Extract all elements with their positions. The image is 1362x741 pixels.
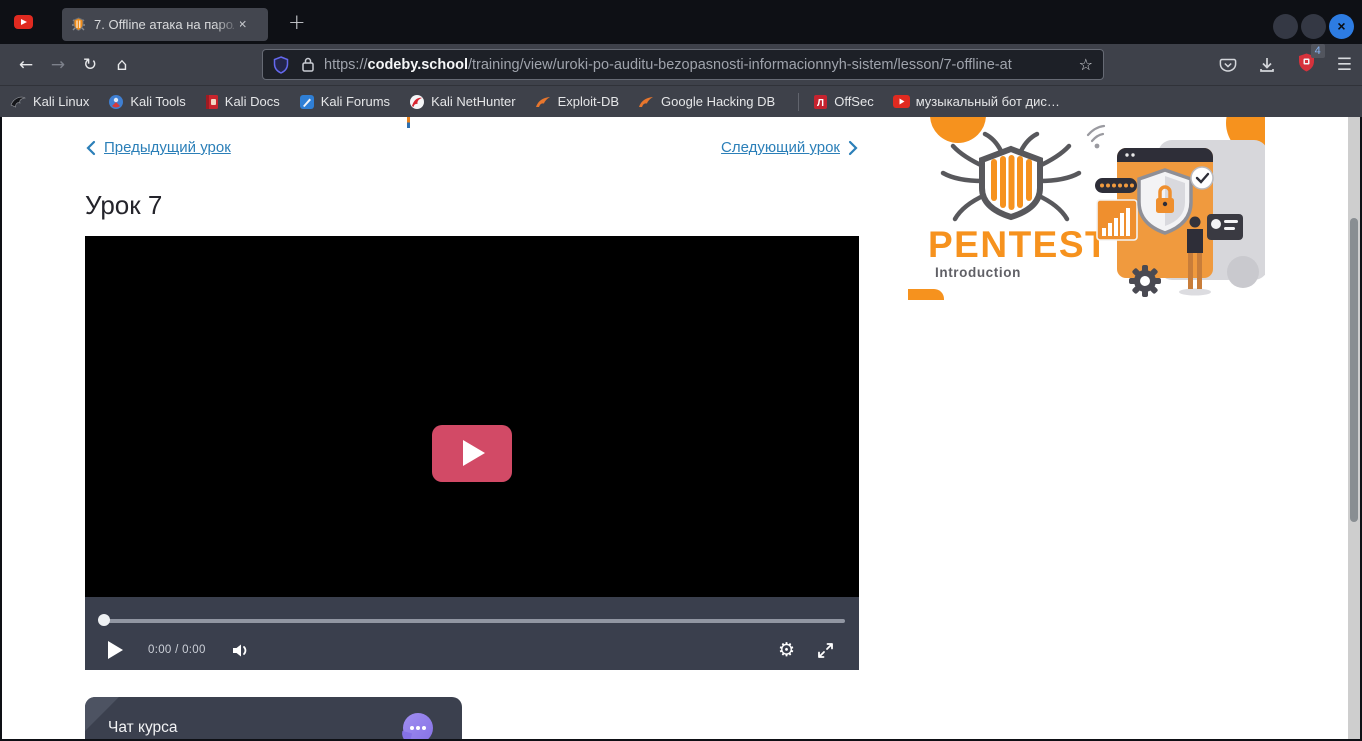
bug-shield-logo: [943, 134, 1079, 219]
home-icon[interactable]: ⌂: [106, 55, 138, 75]
bookmarks-toolbar: Kali Linux Kali Tools Kali Docs Kali For…: [0, 85, 1362, 117]
back-icon[interactable]: ←: [10, 55, 42, 75]
kali-linux-icon: [10, 94, 27, 109]
bookmarks-separator: [798, 93, 799, 111]
tab-title-fade: [214, 8, 240, 41]
video-progress-knob[interactable]: [98, 614, 110, 626]
play-icon[interactable]: [108, 641, 123, 659]
google-hacking-db-icon: [638, 95, 655, 109]
bookmark-music-bot[interactable]: музыкальный бот дис…: [893, 94, 1060, 109]
lesson-heading: Урок 7: [85, 190, 162, 221]
kali-docs-icon: [205, 94, 219, 110]
lock-icon: [301, 56, 315, 73]
svg-text:Introduction: Introduction: [935, 265, 1021, 280]
url-text[interactable]: https://codeby.school/training/view/urok…: [324, 57, 1073, 73]
browser-toolbar: ← → ↻ ⌂ https://codeby.school/training/v…: [0, 44, 1362, 85]
window-titlebar: 7. Offline атака на пароли × + ×: [0, 0, 1362, 44]
close-button[interactable]: ×: [1329, 14, 1354, 39]
browser-tab[interactable]: 7. Offline атака на пароли ×: [62, 8, 268, 41]
video-settings-gear-icon[interactable]: ⚙: [778, 639, 795, 661]
bookmark-google-hacking-db[interactable]: Google Hacking DB: [638, 94, 775, 109]
bookmark-kali-docs[interactable]: Kali Docs: [205, 94, 280, 110]
video-time: 0:00 / 0:00: [148, 644, 206, 656]
fullscreen-icon[interactable]: [817, 642, 834, 659]
tracking-protection-shield-icon[interactable]: [273, 56, 289, 74]
bookmark-offsec[interactable]: Л OffSec: [813, 94, 874, 110]
page-scrollbar[interactable]: [1348, 117, 1360, 739]
codeby-favicon-icon: [70, 16, 87, 33]
chevron-left-icon: [85, 140, 96, 156]
maximize-button[interactable]: [1301, 14, 1326, 39]
bookmark-star-icon[interactable]: ☆: [1079, 55, 1093, 74]
url-bar[interactable]: https://codeby.school/training/view/urok…: [262, 49, 1104, 80]
lesson-navigation: Предыдущий урок Следующий урок: [85, 139, 859, 156]
offsec-icon: Л: [813, 94, 828, 110]
bookmark-kali-tools[interactable]: Kali Tools: [108, 94, 185, 110]
window-controls: ×: [1272, 14, 1354, 39]
chat-bubble-icon[interactable]: [403, 713, 433, 739]
bookmark-kali-linux[interactable]: Kali Linux: [10, 94, 89, 109]
reload-icon[interactable]: ↻: [74, 55, 106, 75]
kali-nethunter-icon: [409, 94, 425, 110]
bookmark-kali-forums[interactable]: Kali Forums: [299, 94, 390, 110]
chevron-right-icon: [848, 140, 859, 156]
video-play-button[interactable]: [432, 425, 512, 482]
sidebar: PENTEST Introduction: [908, 117, 1265, 305]
exploit-db-icon: [535, 95, 552, 109]
forward-icon[interactable]: →: [42, 55, 74, 75]
svg-text:Л: Л: [817, 98, 824, 109]
course-chat-card[interactable]: Чат курса: [85, 697, 462, 739]
downloads-icon[interactable]: [1258, 56, 1276, 74]
previous-lesson-link[interactable]: Предыдущий урок: [85, 139, 231, 156]
extension-button[interactable]: 4: [1297, 52, 1316, 78]
svg-text:PENTEST: PENTEST: [928, 224, 1109, 265]
page-scrollbar-thumb[interactable]: [1350, 218, 1358, 522]
video-progress-track[interactable]: [100, 619, 845, 623]
menu-icon[interactable]: ☰: [1337, 55, 1352, 75]
bookmark-exploit-db[interactable]: Exploit-DB: [535, 94, 619, 109]
tab-title: 7. Offline атака на пароли: [94, 17, 234, 32]
extension-badge: 4: [1311, 44, 1325, 58]
pentest-promo-image: PENTEST Introduction: [908, 117, 1265, 300]
video-screen[interactable]: [85, 236, 859, 597]
youtube-icon: [893, 95, 910, 108]
new-tab-button[interactable]: +: [288, 10, 306, 34]
promo-illustration: [1088, 126, 1265, 297]
bookmark-kali-nethunter[interactable]: Kali NetHunter: [409, 94, 516, 110]
next-lesson-link[interactable]: Следующий урок: [721, 139, 859, 156]
kali-tools-icon: [108, 94, 124, 110]
chat-title: Чат курса: [108, 719, 178, 737]
page-content: Предыдущий урок Следующий урок Урок 7 0:…: [2, 117, 1360, 739]
pocket-icon[interactable]: [1219, 56, 1237, 74]
video-controls: 0:00 / 0:00 ⚙: [85, 597, 859, 670]
volume-icon[interactable]: [231, 642, 251, 659]
minimize-button[interactable]: [1273, 14, 1298, 39]
video-player: 0:00 / 0:00 ⚙: [85, 236, 859, 670]
clipped-header-artifact: [407, 117, 410, 128]
kali-forums-icon: [299, 94, 315, 110]
pinned-tab-youtube-icon[interactable]: [14, 15, 33, 29]
